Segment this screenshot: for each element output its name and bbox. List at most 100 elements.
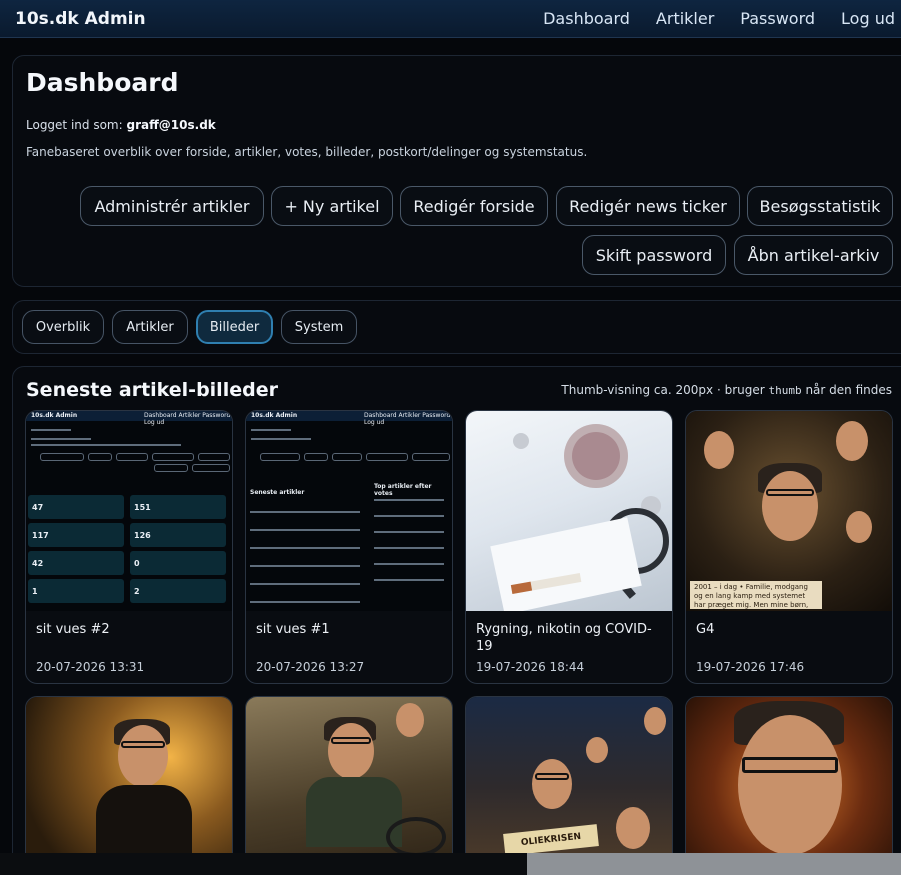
face-shape xyxy=(836,421,868,461)
mini-button xyxy=(192,464,230,472)
mini-button xyxy=(40,453,84,461)
mini-stat-tile xyxy=(28,579,124,603)
gallery-note-suffix: når den findes xyxy=(805,383,892,397)
virus-cigarette-illustration xyxy=(490,424,669,615)
card-date: 19-07-2026 17:46 xyxy=(696,660,805,674)
glasses-icon xyxy=(331,737,371,744)
tab-artikler[interactable]: Artikler xyxy=(112,310,188,344)
mini-row xyxy=(374,515,444,517)
page-title: Dashboard xyxy=(26,68,179,97)
mini-nav: Dashboard Artikler Password Log ud xyxy=(364,412,451,426)
mini-button xyxy=(304,453,328,461)
man-portrait-thumbnail xyxy=(686,697,892,875)
nav-artikler-link[interactable]: Artikler xyxy=(656,9,714,28)
edit-news-ticker-button[interactable]: Redigér news ticker xyxy=(556,186,740,226)
mini-button xyxy=(116,453,148,461)
mini-button xyxy=(198,453,230,461)
mini-row xyxy=(250,565,360,567)
visit-stats-button[interactable]: Besøgsstatistik xyxy=(747,186,893,226)
mini-button xyxy=(412,453,450,461)
tab-system[interactable]: System xyxy=(281,310,357,344)
open-article-archive-button[interactable]: Åbn artikel-arkiv xyxy=(734,235,893,275)
mini-stat-value: 2 xyxy=(134,587,140,596)
bottom-strip-gray xyxy=(527,853,901,875)
image-card[interactable]: 2001 – i dag • Familie, modgang og en la… xyxy=(685,410,893,684)
gallery-note-code: thumb xyxy=(768,384,802,397)
gallery-note-prefix: Thumb-visning ca. 200px · bruger xyxy=(561,383,765,397)
mini-button xyxy=(88,453,112,461)
image-card[interactable] xyxy=(245,696,453,875)
card-date: 20-07-2026 13:31 xyxy=(36,660,145,674)
brand-logo[interactable]: 10s.dk Admin xyxy=(15,9,146,29)
face-shape xyxy=(846,511,872,543)
manage-articles-button[interactable]: Administrér artikler xyxy=(80,186,264,226)
virus-cigarette-thumbnail xyxy=(466,411,672,615)
glasses-icon xyxy=(121,741,165,748)
top-navbar: 10s.dk Admin Dashboard Artikler Password… xyxy=(0,0,901,38)
image-card[interactable]: Rygning, nikotin og COVID-19 19-07-2026 … xyxy=(465,410,673,684)
nav-logout-link[interactable]: Log ud xyxy=(841,9,895,28)
card-title: sit vues #2 xyxy=(36,622,110,637)
face-shape xyxy=(738,715,842,855)
mini-button xyxy=(366,453,408,461)
nav-password-link[interactable]: Password xyxy=(740,9,815,28)
mini-line xyxy=(251,429,291,431)
image-card[interactable]: 10s.dk Admin Dashboard Artikler Password… xyxy=(25,410,233,684)
image-card[interactable] xyxy=(25,696,233,875)
edit-frontpage-button[interactable]: Redigér forside xyxy=(400,186,548,226)
main-nav: Dashboard Artikler Password Log ud xyxy=(517,0,901,37)
gallery-title: Seneste artikel-billeder xyxy=(26,379,278,401)
face-shape xyxy=(762,471,818,541)
mini-row xyxy=(250,601,360,603)
mini-row xyxy=(374,531,444,533)
face-shape xyxy=(586,737,608,763)
face-shape xyxy=(396,703,424,737)
mini-stat-value: 126 xyxy=(134,531,151,540)
face-shape xyxy=(616,807,650,849)
mini-button xyxy=(332,453,362,461)
mini-row xyxy=(374,499,444,501)
mini-row xyxy=(250,529,360,531)
mini-button xyxy=(152,453,194,461)
glasses-icon xyxy=(535,773,569,780)
mini-row xyxy=(250,547,360,549)
admin-screenshot-thumbnail: 10s.dk Admin Dashboard Artikler Password… xyxy=(26,411,232,611)
mini-line xyxy=(31,438,91,440)
gallery-note: Thumb-visning ca. 200px · bruger thumb n… xyxy=(561,383,892,397)
dashboard-description: Fanebaseret overblik over forside, artik… xyxy=(26,145,588,159)
mini-button xyxy=(154,464,188,472)
image-card[interactable] xyxy=(685,696,893,875)
mini-heading: Top artikler efter votes xyxy=(374,483,432,497)
mini-stat-value: 1 xyxy=(32,587,38,596)
mini-stat-value: 42 xyxy=(32,559,44,568)
logged-in-line: Logget ind som: graff@10s.dk xyxy=(26,118,216,132)
admin-screenshot-thumbnail: 10s.dk Admin Dashboard Artikler Password… xyxy=(246,411,452,611)
boy-workshop-thumbnail xyxy=(246,697,452,875)
mini-row xyxy=(250,511,360,513)
dashboard-panel: Dashboard Logget ind som: graff@10s.dk F… xyxy=(12,55,901,287)
mini-stat-value: 117 xyxy=(32,531,49,540)
image-card[interactable]: 10s.dk Admin Dashboard Artikler Password… xyxy=(245,410,453,684)
mini-row xyxy=(374,547,444,549)
oliekrisen-sign: OLIEKRISEN xyxy=(503,824,599,856)
tabs-panel: Overblik Artikler Billeder System xyxy=(12,300,901,354)
mini-heading: Seneste artikler xyxy=(250,489,305,496)
glasses-icon xyxy=(742,757,838,773)
card-date: 20-07-2026 13:27 xyxy=(256,660,365,674)
mini-line xyxy=(251,438,311,440)
mini-button xyxy=(260,453,300,461)
mini-brand: 10s.dk Admin xyxy=(31,412,78,419)
new-article-button[interactable]: + Ny artikel xyxy=(271,186,393,226)
tab-overblik[interactable]: Overblik xyxy=(22,310,104,344)
nav-dashboard-link[interactable]: Dashboard xyxy=(543,9,630,28)
tab-billeder[interactable]: Billeder xyxy=(196,310,273,344)
oil-crisis-thumbnail: OLIEKRISEN xyxy=(466,697,672,875)
card-title: sit vues #1 xyxy=(256,622,330,637)
image-card[interactable]: OLIEKRISEN xyxy=(465,696,673,875)
glasses-icon xyxy=(766,489,814,496)
bottom-strip xyxy=(0,853,901,875)
card-title: Rygning, nikotin og COVID-19 xyxy=(476,622,652,654)
face-shape xyxy=(644,707,666,735)
change-password-button[interactable]: Skift password xyxy=(582,235,726,275)
mini-stat-value: 47 xyxy=(32,503,44,512)
